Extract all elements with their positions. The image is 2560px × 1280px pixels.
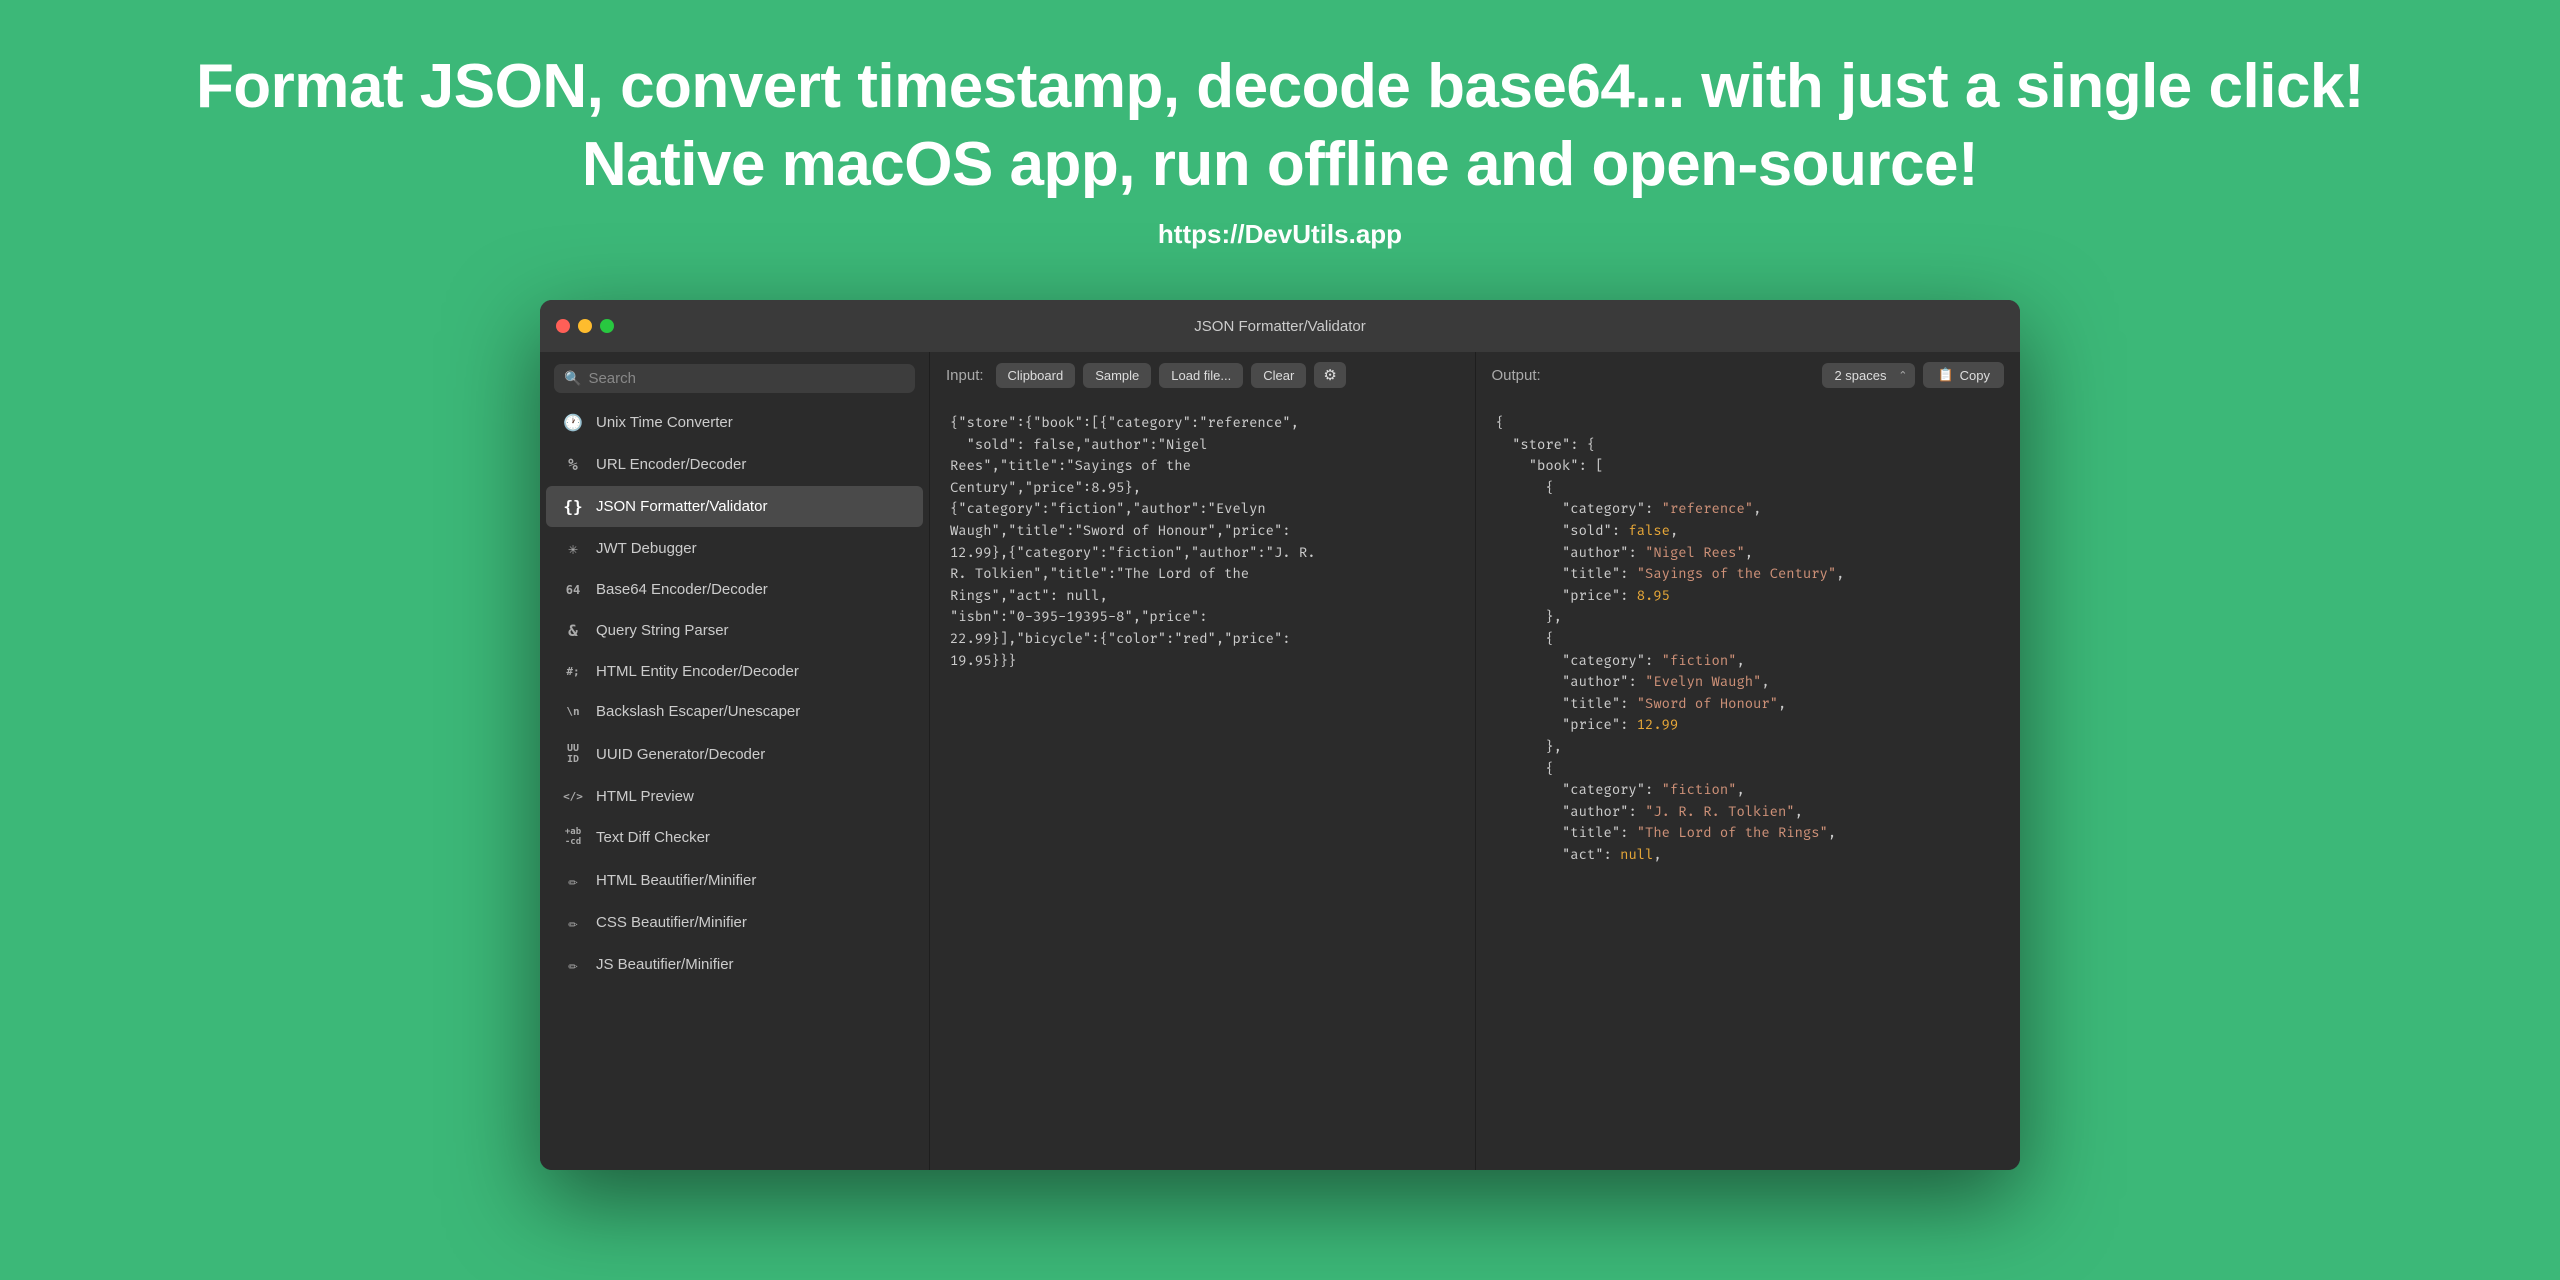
sidebar-item-url-encoder[interactable]: % URL Encoder/Decoder (546, 444, 923, 485)
clear-button[interactable]: Clear (1251, 363, 1306, 388)
traffic-lights (556, 319, 614, 333)
sidebar-item-label: Unix Time Converter (596, 414, 733, 431)
sidebar-item-uuid[interactable]: UUID UUID Generator/Decoder (546, 732, 923, 776)
spaces-select[interactable]: 2 spaces 4 spaces Tab (1822, 363, 1915, 388)
diff-icon: +ab-cd (562, 828, 584, 848)
input-toolbar: Input: Clipboard Sample Load file... Cle… (930, 352, 1475, 398)
output-toolbar-right: 2 spaces 4 spaces Tab ⌃ 📋 Copy (1822, 362, 2004, 388)
sidebar-item-text-diff[interactable]: +ab-cd Text Diff Checker (546, 817, 923, 859)
search-icon: 🔍 (564, 370, 581, 387)
sidebar-item-json-formatter[interactable]: {} JSON Formatter/Validator (546, 486, 923, 527)
sidebar-item-label: UUID Generator/Decoder (596, 746, 765, 763)
clipboard-button[interactable]: Clipboard (996, 363, 1076, 388)
uuid-icon: UUID (562, 743, 584, 765)
sidebar-item-jwt-debugger[interactable]: ✳ JWT Debugger (546, 528, 923, 569)
copy-button[interactable]: 📋 Copy (1923, 362, 2004, 388)
output-toolbar-left: Output: (1492, 367, 1545, 384)
sidebar-item-label: JS Beautifier/Minifier (596, 956, 734, 973)
sidebar-item-label: JSON Formatter/Validator (596, 498, 767, 515)
sidebar-item-label: Base64 Encoder/Decoder (596, 581, 768, 598)
backslash-icon: \n (562, 705, 584, 718)
app-window: JSON Formatter/Validator 🔍 🕐 Unix Time C… (540, 300, 2020, 1170)
jwt-icon: ✳ (562, 539, 584, 558)
search-input[interactable] (588, 370, 905, 387)
clock-icon: 🕐 (562, 413, 584, 432)
output-content: { "store": { "book": [ { "category": "re… (1476, 398, 2021, 1170)
output-label: Output: (1492, 367, 1541, 384)
output-panel: Output: 2 spaces 4 spaces Tab ⌃ (1476, 352, 2021, 1170)
sidebar-item-html-entity[interactable]: #; HTML Entity Encoder/Decoder (546, 652, 923, 691)
css-beautifier-icon: ✏ (562, 913, 584, 932)
sidebar-item-query-string[interactable]: & Query String Parser (546, 610, 923, 651)
sidebar-item-backslash[interactable]: \n Backslash Escaper/Unescaper (546, 692, 923, 731)
window-title: JSON Formatter/Validator (1194, 318, 1365, 335)
sidebar-item-html-preview[interactable]: </> HTML Preview (546, 777, 923, 816)
html-beautifier-icon: ✏ (562, 871, 584, 890)
panels: Input: Clipboard Sample Load file... Cle… (930, 352, 2020, 1170)
sidebar-item-label: HTML Beautifier/Minifier (596, 872, 756, 889)
html-entity-icon: #; (562, 665, 584, 678)
spaces-select-wrapper: 2 spaces 4 spaces Tab ⌃ (1822, 363, 1915, 388)
titlebar: JSON Formatter/Validator (540, 300, 2020, 352)
sidebar-items-list: 🕐 Unix Time Converter % URL Encoder/Deco… (540, 401, 929, 1170)
base64-icon: 64 (562, 583, 584, 597)
sidebar-item-label: HTML Preview (596, 788, 694, 805)
hero-url: https://DevUtils.app (196, 219, 2364, 250)
sidebar-item-js-beautifier[interactable]: ✏ JS Beautifier/Minifier (546, 944, 923, 985)
sidebar-item-label: Query String Parser (596, 622, 729, 639)
input-label: Input: (946, 367, 984, 384)
close-button[interactable] (556, 319, 570, 333)
sidebar-item-label: URL Encoder/Decoder (596, 456, 746, 473)
maximize-button[interactable] (600, 319, 614, 333)
sidebar-item-css-beautifier[interactable]: ✏ CSS Beautifier/Minifier (546, 902, 923, 943)
sidebar-item-label: Text Diff Checker (596, 829, 710, 846)
load-file-button[interactable]: Load file... (1159, 363, 1243, 388)
percent-icon: % (562, 455, 584, 474)
output-toolbar: Output: 2 spaces 4 spaces Tab ⌃ (1476, 352, 2021, 398)
main-content: Input: Clipboard Sample Load file... Cle… (930, 352, 2020, 1170)
sidebar-item-label: Backslash Escaper/Unescaper (596, 703, 800, 720)
minimize-button[interactable] (578, 319, 592, 333)
ampersand-icon: & (562, 621, 584, 640)
sidebar-item-label: CSS Beautifier/Minifier (596, 914, 747, 931)
sidebar-item-base64[interactable]: 64 Base64 Encoder/Decoder (546, 570, 923, 609)
js-beautifier-icon: ✏ (562, 955, 584, 974)
json-icon: {} (562, 497, 584, 516)
sidebar: 🔍 🕐 Unix Time Converter % URL Encoder/De… (540, 352, 930, 1170)
html-preview-icon: </> (562, 790, 584, 803)
window-wrapper: JSON Formatter/Validator 🔍 🕐 Unix Time C… (0, 300, 2560, 1170)
sample-button[interactable]: Sample (1083, 363, 1151, 388)
hero-title-line1: Format JSON, convert timestamp, decode b… (196, 48, 2364, 126)
sidebar-item-label: JWT Debugger (596, 540, 697, 557)
sidebar-item-html-beautifier[interactable]: ✏ HTML Beautifier/Minifier (546, 860, 923, 901)
search-bar: 🔍 (554, 364, 915, 393)
input-panel: Input: Clipboard Sample Load file... Cle… (930, 352, 1476, 1170)
hero-section: Format JSON, convert timestamp, decode b… (116, 0, 2444, 270)
window-body: 🔍 🕐 Unix Time Converter % URL Encoder/De… (540, 352, 2020, 1170)
input-content[interactable]: {"store":{"book":[{"category":"reference… (930, 398, 1475, 1170)
hero-title-line2: Native macOS app, run offline and open-s… (196, 126, 2364, 204)
copy-label: Copy (1960, 368, 1990, 383)
gear-button[interactable]: ⚙ (1314, 362, 1345, 388)
sidebar-item-unix-time[interactable]: 🕐 Unix Time Converter (546, 402, 923, 443)
copy-icon: 📋 (1937, 367, 1953, 383)
sidebar-item-label: HTML Entity Encoder/Decoder (596, 663, 799, 680)
